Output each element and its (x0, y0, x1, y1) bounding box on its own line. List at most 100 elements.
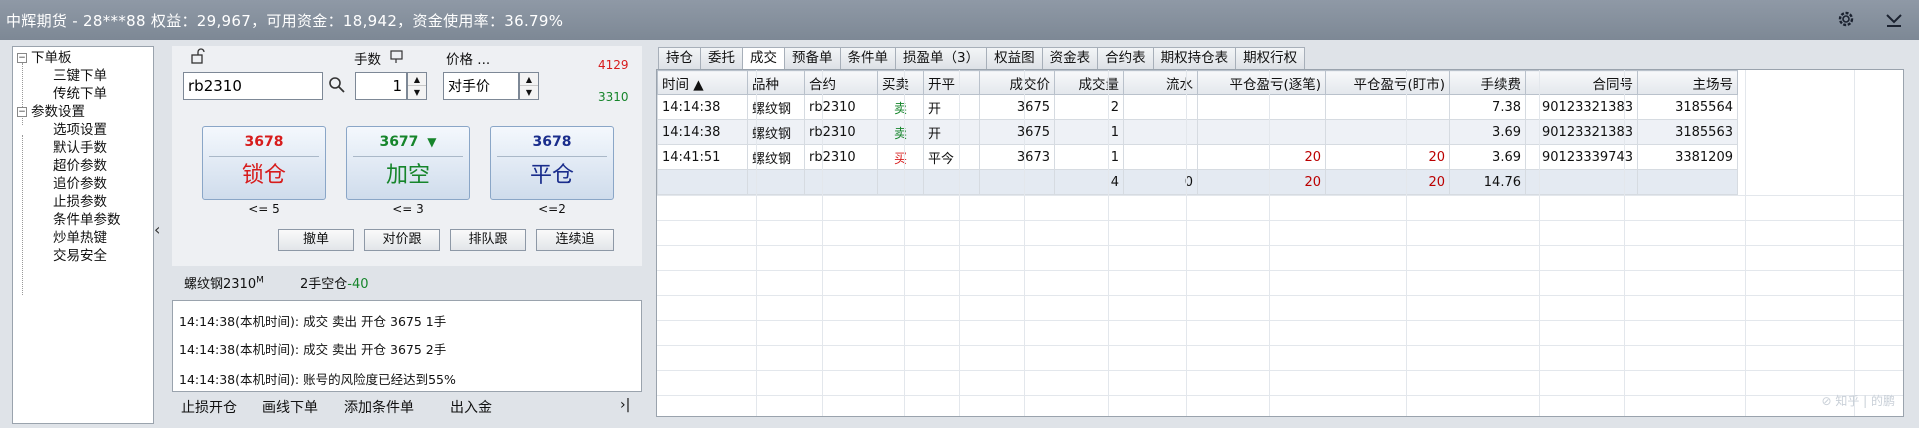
tree-label: 炒单热键 (53, 230, 107, 246)
stop-loss-open-link[interactable]: 止损开仓 (181, 397, 237, 417)
tab-10[interactable]: 期权行权 (1235, 47, 1306, 69)
grid-line (657, 345, 1903, 346)
tab-6[interactable]: 权益图 (986, 47, 1043, 69)
grid-line (959, 70, 960, 416)
price-stepper-down[interactable]: ▼ (520, 86, 538, 99)
tab-8[interactable]: 合约表 (1097, 47, 1154, 69)
contract-code-input[interactable] (183, 72, 323, 100)
tab-7[interactable]: 资金表 (1041, 47, 1099, 69)
summary-row[interactable]: 4 0 20 20 14.76 (657, 169, 1738, 195)
cancel-order-button[interactable]: 撤单 (278, 229, 354, 251)
tree-item[interactable]: 传统下单 (13, 85, 153, 103)
tab-3[interactable]: 预备单 (784, 47, 841, 69)
tree-item[interactable]: 三键下单 (13, 67, 153, 85)
tree-label: 选项设置 (53, 122, 107, 138)
message-line: 14:14:38(本机时间): 成交 卖出 开仓 3675 1手 (179, 314, 447, 329)
position-contract: 螺纹钢2310M (184, 273, 264, 292)
column-header[interactable]: 主场号 (1637, 70, 1738, 95)
column-header[interactable]: 时间 ▲ (657, 70, 748, 95)
column-header[interactable]: 平仓盈亏(盯市) (1325, 70, 1450, 95)
expand-panel-arrow[interactable]: ›| (620, 397, 630, 413)
tree-item[interactable]: 条件单参数 (13, 211, 153, 229)
tab-2[interactable]: 成交 (742, 47, 785, 70)
continuous-chase-button[interactable]: 连续追 (536, 229, 614, 251)
grid-line (1745, 70, 1746, 416)
tree-item[interactable]: 超价参数 (13, 157, 153, 175)
table-cell (923, 169, 980, 195)
collapse-panel-arrow[interactable]: ‹ (154, 220, 160, 239)
column-header[interactable]: 手续费 (1449, 70, 1526, 95)
table-cell (1325, 94, 1450, 120)
tree-label: 参数设置 (31, 104, 85, 120)
table-cell (804, 169, 878, 195)
tree-item[interactable]: 选项设置 (13, 121, 153, 139)
tree-item[interactable]: 炒单热键 (13, 229, 153, 247)
table-cell: 90123339743 (1525, 144, 1638, 170)
tree-expander-icon[interactable]: − (17, 53, 27, 63)
gear-icon[interactable] (1835, 8, 1857, 30)
lock-position-button[interactable]: 3678 锁仓 (202, 126, 326, 200)
tree-item[interactable]: 追价参数 (13, 175, 153, 193)
tree-label: 下单板 (31, 50, 72, 66)
bid-side-number: 3310 (598, 90, 629, 104)
stepper-up[interactable]: ▲ (408, 73, 426, 86)
message-line: 14:14:38(本机时间): 成交 卖出 开仓 3675 2手 (179, 342, 447, 357)
column-header[interactable]: 合约 (804, 70, 878, 95)
tree-item[interactable]: 交易安全 (13, 247, 153, 265)
tree-item[interactable]: 默认手数 (13, 139, 153, 157)
column-header[interactable]: 成交价 (979, 70, 1055, 95)
trades-table: 时间 ▲品种合约买卖开平成交价成交量流水平仓盈亏(逐笔)平仓盈亏(盯市)手续费合… (657, 70, 1738, 195)
column-header[interactable]: 成交量 (1054, 70, 1124, 95)
stepper-down[interactable]: ▼ (408, 86, 426, 99)
deposit-withdraw-link[interactable]: 出入金 (450, 397, 492, 417)
ask-side-number: 4129 (598, 58, 629, 72)
follow-opposite-button[interactable]: 对价跟 (364, 229, 440, 251)
grid-line (822, 70, 823, 416)
table-cell (979, 169, 1055, 195)
column-header[interactable]: 开平 (923, 70, 980, 95)
quantity-label: 手数 (354, 52, 381, 68)
grid-line (1406, 70, 1407, 416)
grid-line (1269, 70, 1270, 416)
table-row[interactable]: 14:41:51 螺纹钢 rb2310 买平今 3673 1 20 20 3.69 9012333… (657, 144, 1738, 170)
quantity-stepper[interactable]: ▲ ▼ (407, 72, 427, 100)
column-header[interactable]: 平仓盈亏(逐笔) (1197, 70, 1326, 95)
chevron-down-icon[interactable] (1883, 8, 1905, 30)
line-order-link[interactable]: 画线下单 (262, 397, 318, 417)
add-conditional-order-link[interactable]: 添加条件单 (344, 397, 414, 417)
follow-queue-button[interactable]: 排队跟 (450, 229, 526, 251)
tree-label: 止损参数 (53, 194, 107, 210)
grid-line (756, 70, 757, 416)
lock-label: 锁仓 (241, 163, 286, 188)
column-header[interactable]: 买卖 (877, 70, 924, 95)
table-cell: 3.69 (1449, 119, 1526, 145)
tab-0[interactable]: 持仓 (658, 47, 701, 69)
copy-icon[interactable] (390, 50, 406, 68)
add-short-button[interactable]: 3677 ▼ 加空 (346, 126, 470, 200)
table-cell: 20 (1197, 169, 1326, 195)
quantity-input[interactable] (355, 72, 407, 100)
table-cell: rb2310 (804, 119, 878, 145)
tab-4[interactable]: 条件单 (839, 47, 896, 69)
price-stepper[interactable]: ▲ ▼ (519, 72, 539, 100)
tree-expander-icon[interactable]: − (17, 107, 27, 117)
search-icon[interactable] (328, 76, 346, 98)
tab-1[interactable]: 委托 (700, 47, 743, 69)
tree-label: 超价参数 (53, 158, 107, 174)
close-label: 平仓 (529, 163, 574, 188)
grid-line (904, 70, 905, 416)
table-row[interactable]: 14:14:38 螺纹钢 rb2310 卖开 3675 1 3.69 90123321383 3… (657, 119, 1738, 145)
tree-item[interactable]: 止损参数 (13, 193, 153, 211)
price-stepper-up[interactable]: ▲ (520, 73, 538, 86)
grid-line (1108, 70, 1109, 416)
tree-group[interactable]: − 下单板 (13, 49, 153, 67)
lock-icon[interactable] (190, 48, 206, 68)
tab-5[interactable]: 损盈单（3） (895, 47, 988, 69)
column-header[interactable]: 合同号 (1525, 70, 1638, 95)
close-position-button[interactable]: 3678 平仓 (490, 126, 614, 200)
tree-group[interactable]: − 参数设置 (13, 103, 153, 121)
tab-9[interactable]: 期权持仓表 (1152, 47, 1237, 69)
table-row[interactable]: 14:14:38 螺纹钢 rb2310 卖开 3675 2 7.38 90123321383 3… (657, 94, 1738, 120)
grid-line (657, 195, 1903, 196)
price-type-select[interactable] (443, 72, 519, 100)
